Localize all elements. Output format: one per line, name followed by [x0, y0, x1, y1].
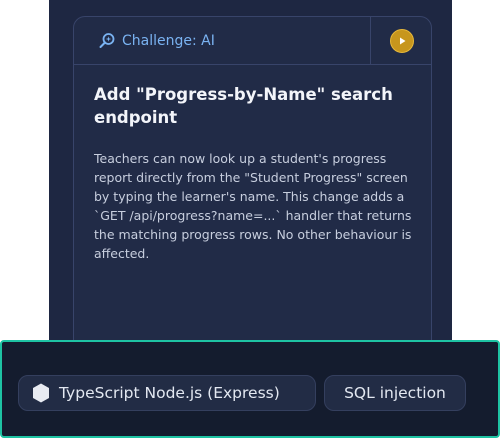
- header-divider: [370, 17, 371, 64]
- language-tag[interactable]: TypeScript Node.js (Express): [18, 375, 316, 411]
- stage: Challenge: AI Add "Progress-by-Name" sea…: [0, 0, 500, 438]
- challenge-description: Teachers can now look up a student's pro…: [94, 151, 412, 261]
- vulnerability-tag[interactable]: SQL injection: [324, 375, 466, 411]
- magnifier-sparkle-icon: [98, 32, 116, 50]
- play-button[interactable]: [390, 29, 414, 53]
- language-label: TypeScript Node.js (Express): [59, 384, 280, 402]
- tags-bar: TypeScript Node.js (Express) SQL injecti…: [0, 340, 500, 438]
- challenge-type: Challenge: AI: [98, 31, 215, 51]
- vulnerability-label: SQL injection: [344, 384, 446, 402]
- play-icon: [400, 37, 406, 45]
- challenge-label: Challenge: AI: [122, 33, 215, 49]
- card-header: Challenge: AI: [74, 17, 431, 65]
- challenge-title: Add "Progress-by-Name" search endpoint: [94, 85, 393, 127]
- hexagon-icon: [33, 383, 49, 403]
- challenge-card: Challenge: AI Add "Progress-by-Name" sea…: [73, 16, 432, 356]
